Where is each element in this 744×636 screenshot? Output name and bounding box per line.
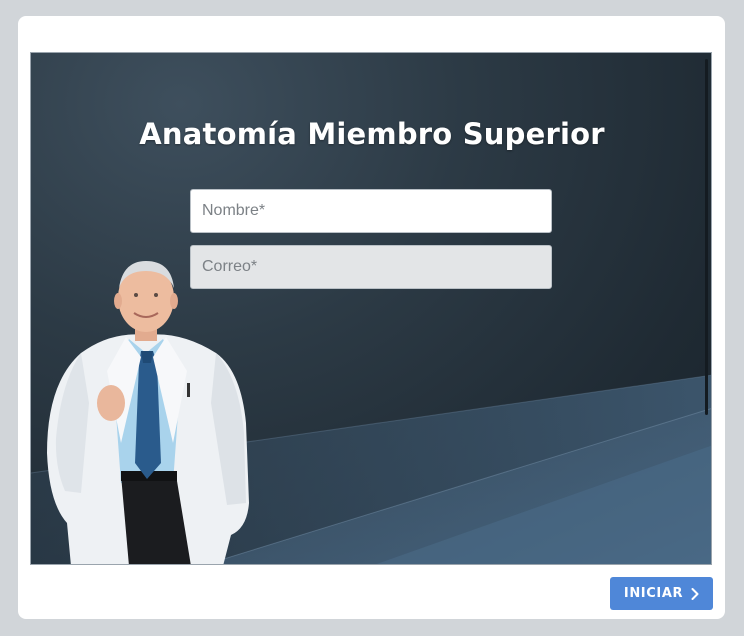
start-button-label: INICIAR	[623, 586, 684, 601]
chevron-right-icon	[691, 587, 699, 600]
slide-stage: Anatomía Miembro Superior	[30, 52, 712, 565]
doctor-illustration	[47, 261, 249, 564]
name-input[interactable]	[190, 189, 552, 233]
vertical-scrollbar[interactable]	[705, 59, 708, 415]
page-title: Anatomía Miembro Superior	[139, 117, 605, 151]
start-button[interactable]: INICIAR	[610, 577, 713, 610]
